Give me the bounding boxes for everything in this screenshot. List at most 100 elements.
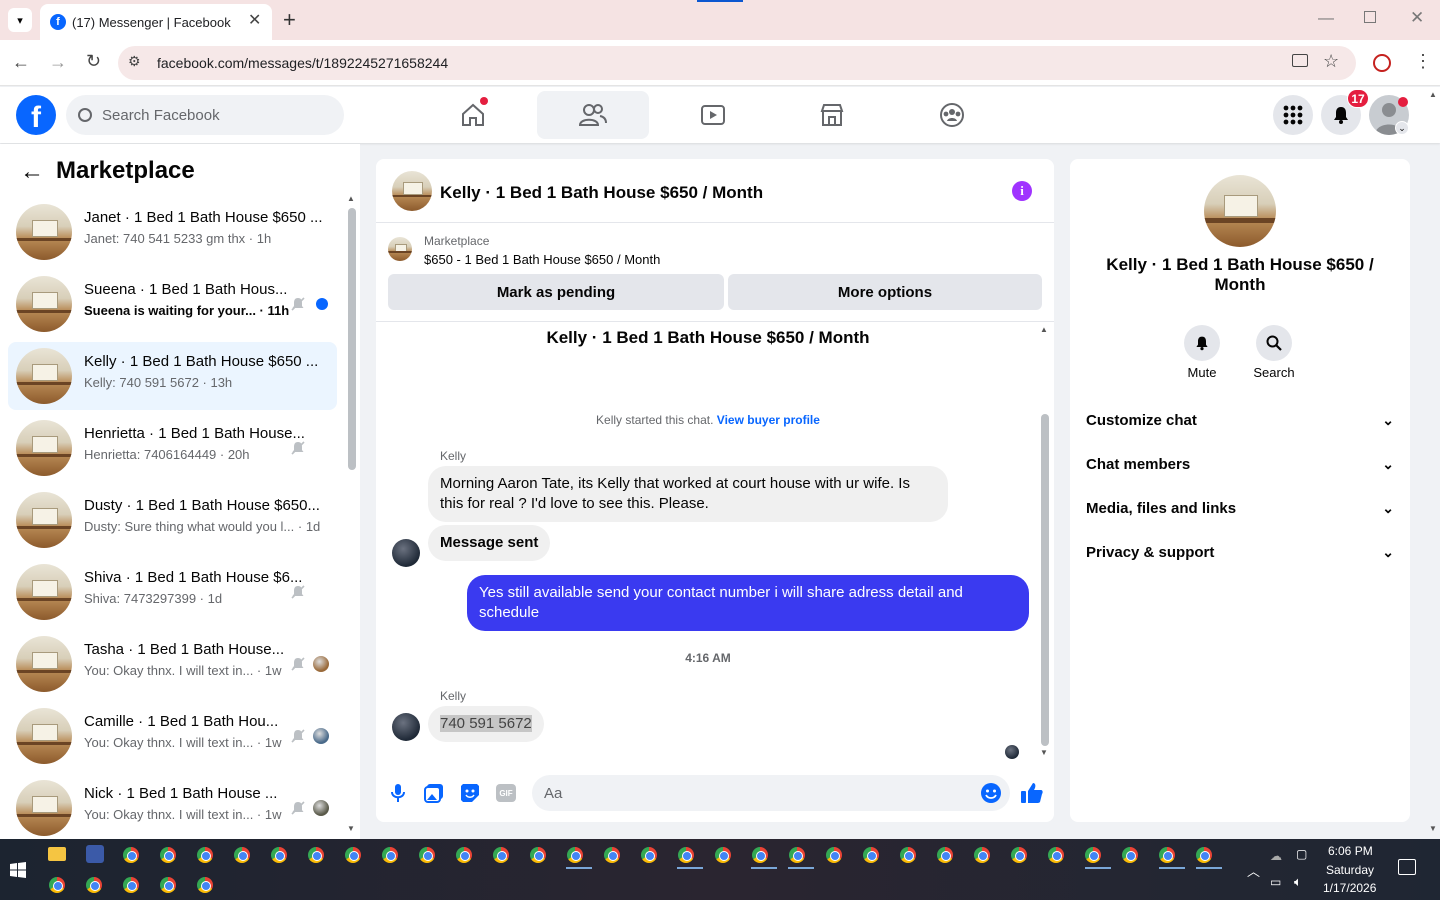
notification-center-icon[interactable]: [1398, 859, 1416, 875]
chrome-taskbar-icon[interactable]: [937, 847, 953, 863]
incoming-message[interactable]: Morning Aaron Tate, its Kelly that worke…: [428, 466, 948, 522]
back-arrow-icon[interactable]: ←: [12, 52, 30, 73]
windows-start-icon[interactable]: [10, 862, 26, 878]
install-app-icon[interactable]: [1292, 54, 1308, 67]
photo-icon[interactable]: [424, 783, 444, 803]
back-arrow-icon[interactable]: ←: [20, 158, 44, 186]
info-icon[interactable]: i: [1012, 181, 1032, 201]
chat-list-scrollbar[interactable]: [348, 208, 356, 470]
view-buyer-profile-link[interactable]: View buyer profile: [717, 413, 820, 427]
tab-close-icon[interactable]: ✕: [248, 10, 261, 30]
chat-list-item[interactable]: Kelly · 1 Bed 1 Bath House $650 ... Kelly…: [8, 342, 337, 410]
chat-list-item[interactable]: Shiva · 1 Bed 1 Bath House $6... Shiva: 7…: [8, 558, 337, 626]
sender-avatar[interactable]: [392, 539, 420, 567]
chrome-taskbar-icon[interactable]: [1048, 847, 1064, 863]
facebook-logo-icon[interactable]: f: [16, 95, 56, 135]
search-input[interactable]: Search Facebook: [66, 95, 344, 135]
chrome-taskbar-icon[interactable]: [308, 847, 324, 863]
address-bar[interactable]: ⚙ facebook.com/messages/t/18922452716582…: [118, 46, 1356, 80]
chat-members-section[interactable]: Chat members ⌄: [1086, 444, 1394, 484]
network-icon[interactable]: ▭: [1270, 875, 1281, 889]
notifications-button[interactable]: 17: [1321, 89, 1369, 135]
nav-groups[interactable]: [896, 91, 1008, 139]
tab-search-button[interactable]: ▾: [8, 8, 32, 32]
chrome-taskbar-icon[interactable]: [345, 847, 361, 863]
chat-list-item[interactable]: Nick · 1 Bed 1 Bath House ... You: Okay t…: [8, 774, 337, 842]
chrome-taskbar-icon[interactable]: [197, 847, 213, 863]
close-window-icon[interactable]: ✕: [1410, 8, 1424, 28]
sticker-icon[interactable]: [460, 783, 480, 803]
chrome-taskbar-icon[interactable]: [752, 847, 768, 863]
chrome-taskbar-icon[interactable]: [1085, 847, 1101, 863]
profile-icon[interactable]: [1373, 54, 1391, 72]
restore-icon[interactable]: [1364, 11, 1376, 23]
scroll-down-icon[interactable]: ▼: [347, 824, 355, 833]
scroll-down-icon[interactable]: ▼: [1040, 748, 1048, 757]
chrome-taskbar-icon[interactable]: [1196, 847, 1212, 863]
chrome-taskbar-icon[interactable]: [974, 847, 990, 863]
reload-icon[interactable]: ↻: [86, 51, 101, 72]
minimize-icon[interactable]: —: [1318, 10, 1334, 28]
listing-small-thumbnail[interactable]: [388, 237, 412, 261]
phone-number-text[interactable]: 740 591 5672: [440, 715, 532, 732]
file-explorer-icon[interactable]: [48, 847, 66, 861]
chrome-taskbar-icon[interactable]: [123, 877, 139, 893]
chrome-taskbar-icon[interactable]: [641, 847, 657, 863]
chrome-taskbar-icon[interactable]: [530, 847, 546, 863]
listing-text[interactable]: $650 - 1 Bed 1 Bath House $650 / Month: [424, 252, 660, 267]
conversation-title[interactable]: Kelly · 1 Bed 1 Bath House $650 / Month: [440, 183, 763, 203]
more-options-button[interactable]: More options: [728, 274, 1042, 310]
chat-list-item[interactable]: Janet · 1 Bed 1 Bath House $650 ... Janet…: [8, 198, 337, 266]
clock-time[interactable]: 6:06 PM: [1328, 844, 1373, 858]
media-files-links-section[interactable]: Media, files and links ⌄: [1086, 488, 1394, 528]
account-chevron-icon[interactable]: ⌄: [1395, 121, 1409, 135]
mute-button[interactable]: [1184, 325, 1220, 361]
clock-date[interactable]: 1/17/2026: [1323, 881, 1376, 895]
privacy-support-section[interactable]: Privacy & support ⌄: [1086, 532, 1394, 572]
thumbs-up-icon[interactable]: [1020, 781, 1044, 805]
emoji-icon[interactable]: [980, 782, 1002, 804]
chrome-taskbar-icon[interactable]: [197, 877, 213, 893]
chat-list-item[interactable]: Henrietta · 1 Bed 1 Bath House... Henriet…: [8, 414, 337, 482]
active-app-icon[interactable]: [86, 845, 104, 863]
chrome-taskbar-icon[interactable]: [900, 847, 916, 863]
chrome-taskbar-icon[interactable]: [863, 847, 879, 863]
chrome-taskbar-icon[interactable]: [715, 847, 731, 863]
chrome-taskbar-icon[interactable]: [382, 847, 398, 863]
chrome-taskbar-icon[interactable]: [160, 877, 176, 893]
meet-now-icon[interactable]: ▢: [1296, 847, 1307, 861]
listing-profile-image[interactable]: [1204, 175, 1276, 247]
page-scroll-down-icon[interactable]: ▼: [1429, 824, 1437, 833]
chrome-taskbar-icon[interactable]: [789, 847, 805, 863]
chat-list-item[interactable]: Tasha · 1 Bed 1 Bath House... You: Okay t…: [8, 630, 337, 698]
mark-pending-button[interactable]: Mark as pending: [388, 274, 724, 310]
chrome-taskbar-icon[interactable]: [49, 877, 65, 893]
nav-home[interactable]: [417, 91, 529, 139]
chrome-taskbar-icon[interactable]: [234, 847, 250, 863]
browser-menu-icon[interactable]: ⋮: [1414, 51, 1432, 72]
clock-day[interactable]: Saturday: [1326, 863, 1374, 877]
menu-button[interactable]: [1273, 95, 1313, 135]
outgoing-message[interactable]: Yes still available send your contact nu…: [467, 575, 1029, 631]
page-scroll-up-icon[interactable]: ▲: [1429, 90, 1437, 99]
listing-thumbnail[interactable]: [392, 171, 432, 211]
chrome-taskbar-icon[interactable]: [271, 847, 287, 863]
chrome-taskbar-icon[interactable]: [1122, 847, 1138, 863]
sender-avatar[interactable]: [392, 713, 420, 741]
browser-tab-messenger[interactable]: f (17) Messenger | Facebook ✕: [40, 4, 272, 40]
chrome-taskbar-icon[interactable]: [1159, 847, 1175, 863]
forward-arrow-icon[interactable]: →: [49, 52, 67, 73]
nav-marketplace[interactable]: [776, 91, 888, 139]
chrome-taskbar-icon[interactable]: [493, 847, 509, 863]
chrome-taskbar-icon[interactable]: [419, 847, 435, 863]
chrome-taskbar-icon[interactable]: [123, 847, 139, 863]
search-conversation-button[interactable]: [1256, 325, 1292, 361]
site-settings-icon[interactable]: ⚙: [128, 53, 141, 70]
message-input[interactable]: Aa: [532, 775, 1010, 811]
customize-chat-section[interactable]: Customize chat ⌄: [1086, 400, 1394, 440]
chrome-taskbar-icon[interactable]: [86, 877, 102, 893]
chrome-taskbar-icon[interactable]: [567, 847, 583, 863]
scroll-up-icon[interactable]: ▲: [1040, 325, 1048, 334]
chrome-taskbar-icon[interactable]: [604, 847, 620, 863]
chat-list-item[interactable]: Camille · 1 Bed 1 Bath Hou... You: Okay t…: [8, 702, 337, 770]
